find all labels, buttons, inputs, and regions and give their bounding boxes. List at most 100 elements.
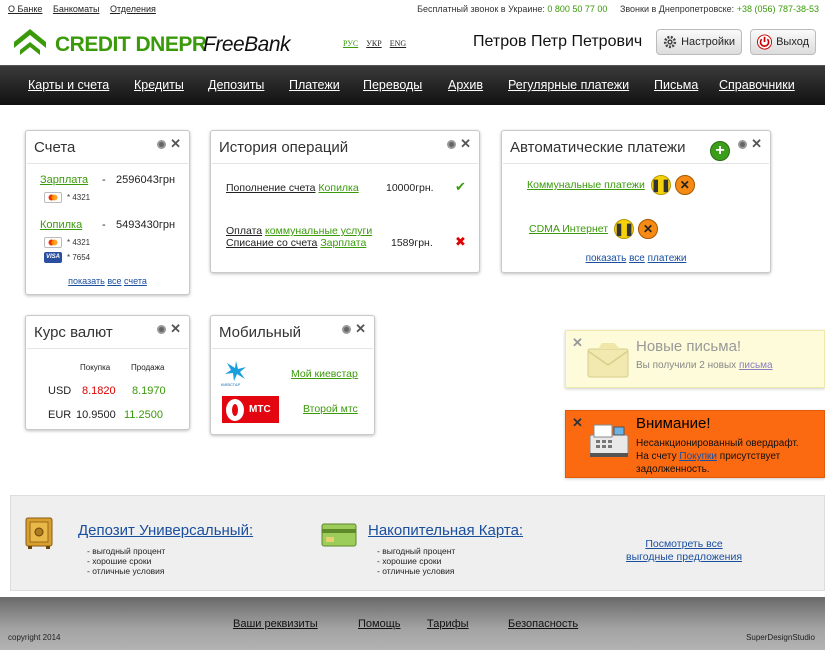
nav-directories[interactable]: Справочники bbox=[719, 78, 795, 92]
rate-sell: 8.1970 bbox=[132, 385, 166, 397]
autopay-item: CDMA Интернет ❚❚ ✕ bbox=[529, 219, 659, 239]
rates-header-buy: Покупка bbox=[80, 363, 111, 372]
gear-icon[interactable] bbox=[738, 139, 748, 149]
deposit-title[interactable]: Депозит Универсальный: bbox=[78, 522, 253, 539]
link-second-mts[interactable]: Второй мтс bbox=[303, 403, 358, 415]
link-my-kyivstar[interactable]: Мой киевстар bbox=[291, 368, 358, 380]
mastercard-icon bbox=[44, 237, 62, 248]
widget-title: История операций bbox=[219, 139, 349, 156]
header: CREDIT DNEPR FreeBank РУС УКР ENG Петров… bbox=[0, 20, 825, 64]
close-icon[interactable]: ✕ bbox=[572, 335, 583, 351]
exit-button[interactable]: Выход bbox=[750, 29, 816, 55]
main-nav: Карты и счета Кредиты Депозиты Платежи П… bbox=[0, 65, 825, 105]
egg-icon bbox=[226, 398, 244, 421]
new-mail-notice: ✕ Новые письма! Вы получили 2 новых пись… bbox=[565, 330, 825, 388]
cash-register-icon bbox=[589, 424, 629, 457]
rates-header-sell: Продажа bbox=[131, 363, 165, 372]
nav-deposits[interactable]: Депозиты bbox=[208, 78, 264, 92]
deposit-features: выгодный процент хорошие сроки отличные … bbox=[87, 546, 165, 576]
close-icon[interactable]: ✕ bbox=[170, 137, 181, 150]
footer-link-security[interactable]: Безопасность bbox=[508, 618, 578, 630]
phone-info: Бесплатный звонок в Украине: 0 800 50 77… bbox=[417, 4, 819, 14]
mobile-widget: Мобильный ✕ КИЇВСТАР Мой киевстар МТС Вт… bbox=[210, 315, 375, 435]
promo-banner: Депозит Универсальный: выгодный процент … bbox=[10, 495, 825, 591]
purchases-link[interactable]: Покупки bbox=[679, 451, 717, 462]
card-row: VISA * 7654 bbox=[44, 252, 91, 263]
account-salary[interactable]: Зарплата bbox=[40, 174, 88, 186]
brand-product: FreeBank bbox=[203, 33, 291, 56]
nav-transfers[interactable]: Переводы bbox=[363, 78, 422, 92]
rate-currency: USD bbox=[48, 385, 72, 397]
nav-letters[interactable]: Письма bbox=[654, 78, 698, 92]
close-icon[interactable]: ✕ bbox=[460, 137, 471, 150]
account-piggy[interactable]: Копилка bbox=[40, 219, 82, 231]
operation-row: Оплата коммунальные услуги bbox=[226, 225, 373, 237]
close-icon[interactable]: ✕ bbox=[355, 322, 366, 335]
widget-title: Автоматические платежи bbox=[510, 139, 686, 156]
notice-text: Несанкционированный овердрафт. На счету … bbox=[636, 438, 799, 475]
accounts-widget: Счета ✕ Зарплата - 2596043грн * 4321 Коп… bbox=[25, 130, 190, 295]
gear-icon bbox=[663, 35, 677, 49]
autopay-widget: Автоматические платежи + ✕ Коммунальные … bbox=[501, 130, 771, 273]
add-icon[interactable]: + bbox=[710, 141, 730, 161]
operation-row: Пополнение счета Копилка bbox=[226, 182, 359, 194]
top-link-atms[interactable]: Банкоматы bbox=[53, 4, 100, 14]
lang-rus[interactable]: РУС bbox=[343, 39, 358, 48]
brand-name: CREDIT DNEPR bbox=[55, 33, 207, 56]
top-link-branches[interactable]: Отделения bbox=[110, 4, 156, 14]
notice-text: Вы получили 2 новых письма bbox=[636, 360, 773, 371]
nav-cards[interactable]: Карты и счета bbox=[28, 78, 109, 92]
rate-sell: 11.2500 bbox=[124, 409, 163, 421]
operation-amount: 10000грн. bbox=[386, 182, 434, 194]
rate-buy: 8.1820 bbox=[82, 385, 116, 397]
nav-regular-payments[interactable]: Регулярные платежи bbox=[508, 78, 629, 92]
rate-buy: 10.9500 bbox=[76, 409, 116, 421]
all-offers-link[interactable]: Посмотреть все выгодные предложения bbox=[626, 538, 742, 564]
gear-icon[interactable] bbox=[342, 324, 352, 334]
lang-ukr[interactable]: УКР bbox=[366, 39, 381, 48]
cross-icon: ✖ bbox=[455, 234, 466, 249]
card-row: * 4321 bbox=[44, 237, 90, 248]
footer-link-requisites[interactable]: Ваши реквизиты bbox=[233, 618, 318, 630]
check-icon: ✔ bbox=[455, 179, 466, 194]
gear-icon[interactable] bbox=[447, 139, 457, 149]
settings-button[interactable]: Настройки bbox=[656, 29, 742, 55]
close-icon[interactable]: ✕ bbox=[170, 322, 181, 335]
letters-link[interactable]: письма bbox=[739, 360, 773, 371]
footer-link-help[interactable]: Помощь bbox=[358, 618, 401, 630]
rate-currency: EUR bbox=[48, 409, 72, 421]
footer-link-tariffs[interactable]: Тарифы bbox=[427, 618, 469, 630]
power-icon bbox=[757, 34, 773, 50]
mastercard-icon bbox=[44, 192, 62, 203]
widget-title: Счета bbox=[34, 139, 76, 156]
stop-icon[interactable]: ✕ bbox=[638, 219, 659, 239]
pause-icon[interactable]: ❚❚ bbox=[614, 219, 634, 239]
gear-icon[interactable] bbox=[157, 139, 167, 149]
stop-icon[interactable]: ✕ bbox=[674, 175, 695, 195]
notice-title: Новые письма! bbox=[636, 338, 742, 355]
lang-eng[interactable]: ENG bbox=[390, 39, 406, 48]
card-icon bbox=[321, 523, 357, 547]
top-link-about[interactable]: О Банке bbox=[8, 4, 42, 14]
studio-credit: SuperDesignStudio bbox=[746, 633, 815, 642]
nav-archive[interactable]: Архив bbox=[448, 78, 483, 92]
visa-icon: VISA bbox=[44, 252, 62, 263]
close-icon[interactable]: ✕ bbox=[572, 415, 583, 431]
mts-logo: МТС bbox=[222, 396, 279, 423]
nav-payments[interactable]: Платежи bbox=[289, 78, 340, 92]
top-strip: О Банке Банкоматы Отделения Бесплатный з… bbox=[0, 0, 825, 18]
gear-icon[interactable] bbox=[157, 324, 167, 334]
phone-dnepr: +38 (056) 787-38-53 bbox=[736, 4, 819, 14]
account-amount: 2596043грн bbox=[116, 174, 176, 186]
top-links: О Банке Банкоматы Отделения bbox=[8, 4, 164, 14]
close-icon[interactable]: ✕ bbox=[751, 137, 762, 150]
notice-title: Внимание! bbox=[636, 415, 711, 432]
card-row: * 4321 bbox=[44, 192, 90, 203]
account-amount: 5493430грн bbox=[116, 219, 176, 231]
language-switcher: РУС УКР ENG bbox=[343, 39, 412, 48]
card-title[interactable]: Накопительная Карта: bbox=[368, 522, 523, 539]
copyright: copyright 2014 bbox=[8, 633, 61, 642]
nav-credits[interactable]: Кредиты bbox=[134, 78, 184, 92]
logo-icon bbox=[14, 29, 46, 55]
pause-icon[interactable]: ❚❚ bbox=[651, 175, 671, 195]
